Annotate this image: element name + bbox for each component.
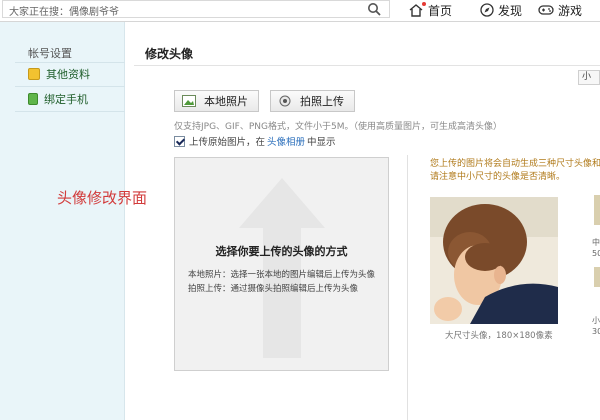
nav-home-label: 首页 [428, 3, 453, 18]
search-icon[interactable] [367, 2, 381, 16]
sidebar-item-label: 其他资料 [46, 68, 90, 81]
page-title: 修改头像 [145, 47, 194, 61]
corner-tab-label: 小 [582, 72, 592, 82]
medium-avatar-preview [594, 195, 600, 225]
settings-sidebar: 帐号设置 其他资料 绑定手机 [0, 22, 125, 420]
upload-original-option: 上传原始图片，在 头像相册 中显示 [174, 134, 336, 148]
divider [15, 62, 125, 63]
gamepad-icon [538, 5, 554, 15]
search-input[interactable]: 大家正在搜：偶像剧爷爷 [9, 3, 119, 18]
nav-home[interactable]: 首页 [408, 0, 452, 20]
divider [407, 155, 408, 420]
take-photo-label: 拍照上传 [300, 95, 344, 108]
profile-card-icon [28, 68, 40, 80]
phone-icon [28, 93, 38, 105]
small-label: 小 [592, 316, 600, 325]
annotation-text: 头像修改界面 [57, 189, 148, 207]
small-size: 30 [592, 327, 600, 336]
divider [15, 86, 125, 87]
sidebar-section-title: 帐号设置 [28, 47, 72, 60]
small-avatar-preview [594, 267, 600, 287]
large-avatar-caption: 大尺寸头像，180×180像素 [445, 331, 553, 341]
checkbox-label-suffix: 中显示 [307, 137, 336, 148]
nav-discover[interactable]: 发现 [480, 0, 522, 20]
sidebar-item-other-info[interactable]: 其他资料 [28, 64, 124, 84]
upload-title: 选择你要上传的头像的方式 [215, 245, 348, 258]
search-box[interactable]: 大家正在搜：偶像剧爷爷 [2, 0, 390, 18]
nav-games-label: 游戏 [558, 3, 583, 18]
notification-dot [422, 2, 426, 6]
take-photo-button[interactable]: 拍照上传 [270, 90, 355, 112]
image-icon [182, 95, 196, 107]
compass-icon [480, 3, 494, 17]
upload-area[interactable]: 选择你要上传的头像的方式 本地照片：选择一张本地的图片编辑后上传为头像 拍照上传… [174, 157, 389, 371]
local-photo-label: 本地照片 [204, 95, 248, 108]
nav-discover-label: 发现 [498, 3, 523, 18]
child-photo [430, 197, 558, 324]
medium-label: 中 [592, 238, 600, 247]
divider [15, 111, 125, 112]
upload-desc-camera: 拍照上传：通过摄像头拍照编辑后上传为头像 [188, 284, 359, 294]
checkbox-label: 上传原始图片，在 [189, 137, 266, 148]
sidebar-item-bind-phone[interactable]: 绑定手机 [28, 89, 124, 109]
top-bar: 大家正在搜：偶像剧爷爷 首页 发现 游戏 [0, 0, 600, 22]
local-photo-button[interactable]: 本地照片 [174, 90, 259, 112]
avatar-album-link[interactable]: 头像相册 [267, 134, 305, 148]
small-previews-partial: 中 50 小 30 [580, 195, 600, 420]
upload-desc-local: 本地照片：选择一张本地的图片编辑后上传为头像 [188, 270, 376, 280]
large-avatar-preview [430, 197, 558, 324]
medium-size: 50 [592, 249, 600, 258]
corner-tab[interactable]: 小 [578, 70, 600, 85]
format-hint: 仅支持JPG、GIF、PNG格式，文件小于5M。（使用高质量图片，可生成高清头像… [174, 122, 502, 132]
sidebar-item-label: 绑定手机 [44, 93, 88, 106]
divider [134, 65, 600, 66]
camera-icon [279, 95, 291, 107]
nav-games[interactable]: 游戏 [538, 0, 582, 20]
preview-note: 您上传的图片将会自动生成三种尺寸头像和高清 请注意中小尺寸的头像是否清晰。 [430, 158, 600, 184]
upload-original-checkbox[interactable] [174, 135, 185, 147]
preview-note-line: 请注意中小尺寸的头像是否清晰。 [430, 172, 566, 182]
preview-note-line: 您上传的图片将会自动生成三种尺寸头像和高清 [430, 159, 600, 169]
